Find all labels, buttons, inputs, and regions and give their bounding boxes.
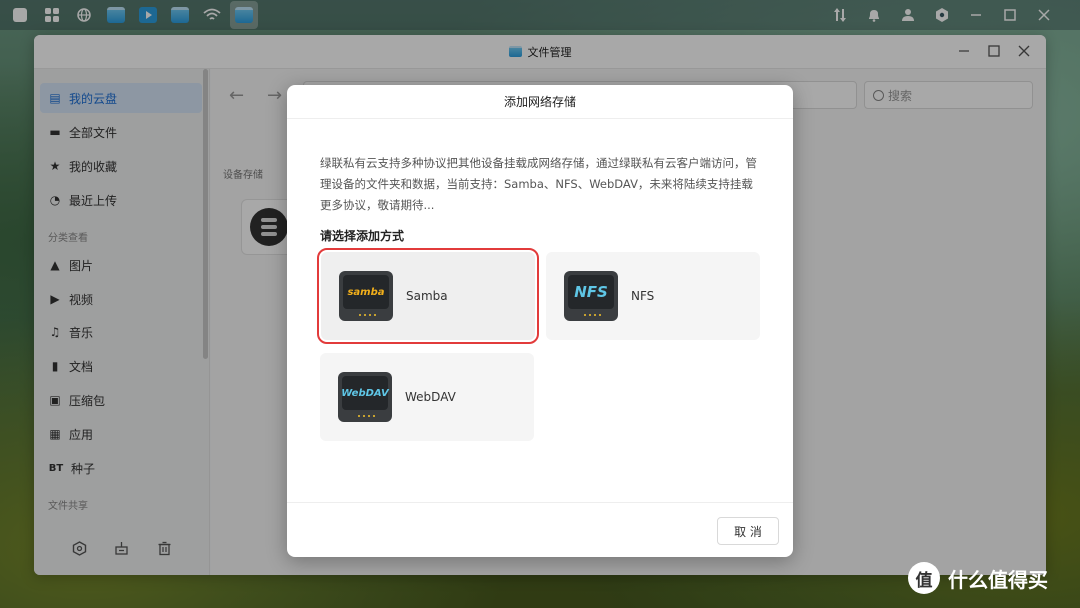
watermark: 值 什么值得买	[908, 562, 1048, 594]
nfs-device-icon: NFS	[564, 271, 618, 321]
option-webdav[interactable]: WebDAV WebDAV	[320, 353, 534, 441]
option-samba[interactable]: samba Samba	[317, 248, 539, 344]
dialog-subtitle: 请选择添加方式	[320, 229, 405, 243]
option-nfs[interactable]: NFS NFS	[546, 252, 760, 340]
dialog-description: 绿联私有云支持多种协议把其他设备挂载成网络存储，通过绿联私有云客户端访问，管理设…	[320, 156, 757, 212]
add-network-storage-dialog: 添加网络存储 绿联私有云支持多种协议把其他设备挂载成网络存储，通过绿联私有云客户…	[287, 85, 793, 557]
cancel-button[interactable]: 取 消	[717, 517, 779, 545]
option-webdav-label: WebDAV	[405, 390, 456, 404]
option-nfs-label: NFS	[631, 289, 655, 303]
option-samba-label: Samba	[406, 289, 448, 303]
watermark-logo-icon: 值	[908, 562, 940, 594]
webdav-device-icon: WebDAV	[338, 372, 392, 422]
samba-device-icon: samba	[339, 271, 393, 321]
dialog-footer: 取 消	[287, 502, 793, 557]
dialog-title: 添加网络存储	[287, 85, 793, 119]
